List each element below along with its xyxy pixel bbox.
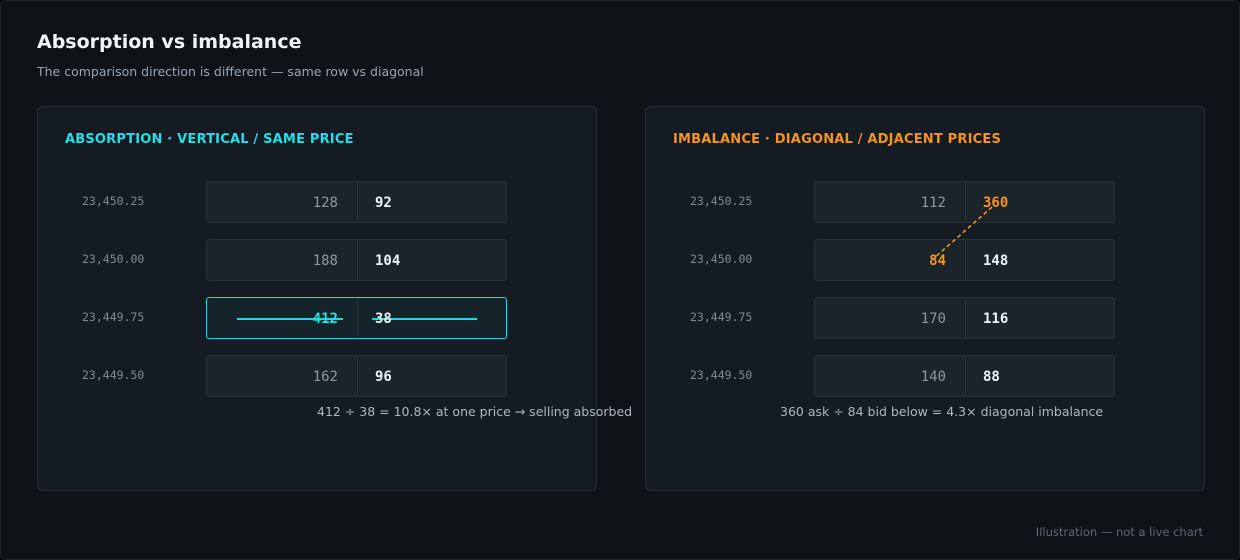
absorption-row: 23,449.50 162 96 <box>38 355 598 397</box>
bid-volume: 140 <box>920 369 946 385</box>
absorption-note: 412 ÷ 38 = 10.8× at one price → selling … <box>317 404 633 419</box>
bid-volume: 188 <box>312 253 338 269</box>
bid-volume-imbalanced: 84 <box>929 253 946 269</box>
absorption-row: 23,450.00 188 104 <box>38 239 598 281</box>
footprint-cell: 128 92 <box>206 181 507 223</box>
ask-volume: 96 <box>375 369 392 385</box>
absorption-row-highlighted: 23,449.75 412 38 <box>38 297 598 339</box>
bid-volume: 162 <box>312 369 338 385</box>
cell-divider <box>965 298 966 338</box>
bid-volume: 412 <box>312 311 338 327</box>
footprint-cell: 112 360 <box>814 181 1115 223</box>
price-label: 23,449.50 <box>82 368 145 382</box>
ask-volume: 92 <box>375 195 392 211</box>
ask-volume-imbalanced: 360 <box>983 195 1009 211</box>
imbalance-row: 23,449.75 170 116 <box>646 297 1206 339</box>
imbalance-panel: IMBALANCE · DIAGONAL / ADJACENT PRICES 2… <box>645 106 1205 491</box>
page-subtitle: The comparison direction is different — … <box>37 64 424 79</box>
price-label: 23,450.00 <box>82 252 145 266</box>
price-label: 23,450.25 <box>690 194 753 208</box>
footer-caption: Illustration — not a live chart <box>1035 525 1203 539</box>
cell-divider <box>965 240 966 280</box>
ask-volume: 104 <box>375 253 401 269</box>
imbalance-row: 23,449.50 140 88 <box>646 355 1206 397</box>
cell-divider <box>357 298 358 338</box>
page-title: Absorption vs imbalance <box>37 31 302 53</box>
absorption-heading: ABSORPTION · VERTICAL / SAME PRICE <box>65 132 354 147</box>
price-label: 23,449.75 <box>82 310 145 324</box>
footprint-cell: 84 148 <box>814 239 1115 281</box>
footprint-cell: 162 96 <box>206 355 507 397</box>
imbalance-row: 23,450.00 84 148 <box>646 239 1206 281</box>
footprint-cell: 170 116 <box>814 297 1115 339</box>
absorption-row: 23,450.25 128 92 <box>38 181 598 223</box>
cell-divider <box>357 182 358 222</box>
imbalance-heading: IMBALANCE · DIAGONAL / ADJACENT PRICES <box>673 132 1002 147</box>
diagram-frame: Absorption vs imbalance The comparison d… <box>0 0 1240 560</box>
cell-divider <box>965 356 966 396</box>
ask-volume: 148 <box>983 253 1009 269</box>
footprint-cell: 188 104 <box>206 239 507 281</box>
footprint-cell: 140 88 <box>814 355 1115 397</box>
cell-divider <box>357 240 358 280</box>
price-label: 23,449.50 <box>690 368 753 382</box>
price-label: 23,450.00 <box>690 252 753 266</box>
bid-volume: 128 <box>312 195 338 211</box>
cell-divider <box>357 356 358 396</box>
ask-volume: 38 <box>375 311 392 327</box>
highlighted-footprint-cell: 412 38 <box>206 297 507 339</box>
bid-volume: 112 <box>920 195 946 211</box>
ask-volume: 88 <box>983 369 1000 385</box>
price-label: 23,450.25 <box>82 194 145 208</box>
price-label: 23,449.75 <box>690 310 753 324</box>
absorption-panel: ABSORPTION · VERTICAL / SAME PRICE 23,45… <box>37 106 632 491</box>
imbalance-row: 23,450.25 112 360 <box>646 181 1206 223</box>
bid-volume: 170 <box>920 311 946 327</box>
imbalance-note: 360 ask ÷ 84 bid below = 4.3× diagonal i… <box>780 404 1104 419</box>
cell-divider <box>965 182 966 222</box>
ask-volume: 116 <box>983 311 1009 327</box>
